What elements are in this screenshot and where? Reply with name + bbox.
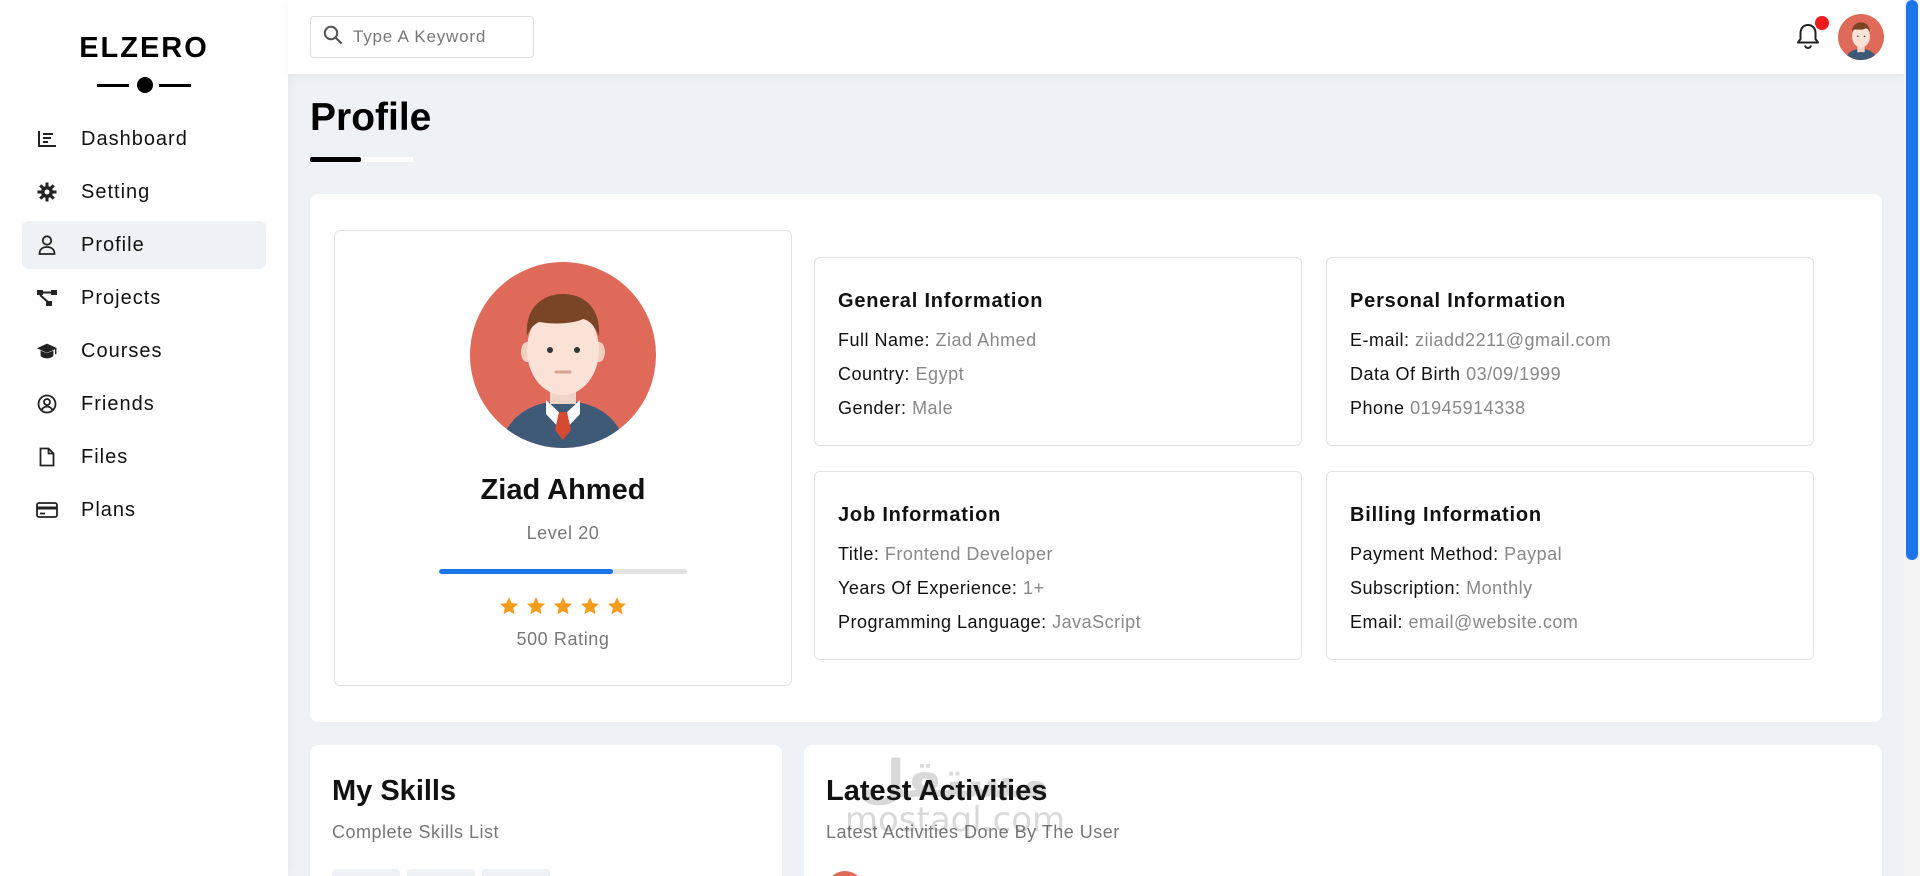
scrollbar-thumb[interactable] (1906, 0, 1918, 560)
info-row: Payment Method: Paypal (1350, 544, 1563, 564)
user-icon (36, 234, 58, 256)
avatar[interactable] (1838, 14, 1884, 60)
notification-bell[interactable] (1795, 16, 1829, 52)
level-progress-fill (439, 569, 613, 574)
title-underline (310, 157, 413, 162)
activities-subtitle: Latest Activities Done By The User (826, 822, 1120, 842)
sidebar: ELZERO Dashboard Setting Profile Project… (0, 0, 288, 876)
star-icon (581, 597, 599, 615)
search-input[interactable] (353, 27, 523, 47)
sidebar-item-plans[interactable]: Plans (22, 486, 266, 534)
info-row: Full Name: Ziad Ahmed (838, 330, 1037, 350)
page-title: Profile (310, 96, 432, 139)
skill-chip[interactable] (332, 869, 400, 876)
activity-thumbnail (826, 871, 864, 876)
user-circle-icon (36, 393, 58, 415)
activities-panel: Latest Activities Latest Activities Done… (804, 745, 1882, 876)
topbar (288, 0, 1904, 74)
personal-information-card: Personal Information E-mail: ziiadd2211@… (1326, 257, 1814, 446)
graduation-cap-icon (36, 340, 58, 362)
sidebar-item-label: Plans (81, 498, 137, 521)
profile-avatar (470, 262, 656, 448)
info-row: Subscription: Monthly (1350, 578, 1533, 598)
sidebar-item-label: Setting (81, 180, 151, 203)
star-icon (527, 597, 545, 615)
profile-card: Ziad Ahmed Level 20 500 Rating (334, 230, 792, 686)
sidebar-item-label: Profile (81, 233, 145, 256)
rating-stars (335, 596, 791, 616)
sidebar-item-friends[interactable]: Friends (22, 380, 266, 428)
info-row: Data Of Birth 03/09/1999 (1350, 364, 1562, 384)
skill-chip-list (332, 869, 782, 876)
page-scrollbar[interactable] (1904, 0, 1920, 876)
info-row: Phone 01945914338 (1350, 398, 1526, 418)
skill-chip[interactable] (407, 869, 475, 876)
chart-icon (36, 128, 58, 150)
search-icon (323, 25, 343, 50)
general-information-card: General Information Full Name: Ziad Ahme… (814, 257, 1302, 446)
star-icon (608, 597, 626, 615)
card-heading: Job Information (838, 504, 1002, 526)
info-row: Email: email@website.com (1350, 612, 1579, 632)
diagram-icon (36, 287, 58, 309)
info-row: Country: Egypt (838, 364, 965, 384)
info-row: E-mail: ziiadd2211@gmail.com (1350, 330, 1612, 350)
brand-logo[interactable]: ELZERO (0, 32, 288, 65)
sidebar-item-label: Files (81, 445, 129, 468)
sidebar-item-profile[interactable]: Profile (22, 221, 266, 269)
sidebar-item-label: Dashboard (81, 127, 188, 150)
logo-mark-icon (97, 77, 191, 93)
sidebar-item-setting[interactable]: Setting (22, 168, 266, 216)
sidebar-nav: Dashboard Setting Profile Projects Cours… (0, 115, 288, 534)
info-row: Gender: Male (838, 398, 954, 418)
sidebar-item-label: Projects (81, 286, 162, 309)
sidebar-item-dashboard[interactable]: Dashboard (22, 115, 266, 163)
card-heading: Personal Information (1350, 290, 1567, 312)
skill-chip[interactable] (482, 869, 550, 876)
card-heading: Billing Information (1350, 504, 1542, 526)
skills-title: My Skills (332, 775, 457, 807)
info-row: Programming Language: JavaScript (838, 612, 1142, 632)
sidebar-item-label: Courses (81, 339, 163, 362)
job-information-card: Job Information Title: Frontend Develope… (814, 471, 1302, 660)
notification-badge (1815, 16, 1829, 30)
sidebar-item-files[interactable]: Files (22, 433, 266, 481)
sidebar-item-courses[interactable]: Courses (22, 327, 266, 375)
billing-information-card: Billing Information Payment Method: Payp… (1326, 471, 1814, 660)
activities-title: Latest Activities (826, 775, 1048, 807)
search-box[interactable] (310, 16, 534, 58)
star-icon (500, 597, 518, 615)
info-row: Years Of Experience: 1+ (838, 578, 1045, 598)
level-progress-bar (439, 569, 687, 574)
profile-name: Ziad Ahmed (480, 474, 646, 506)
rating-count: 500 Rating (516, 629, 610, 649)
sidebar-item-projects[interactable]: Projects (22, 274, 266, 322)
sidebar-item-label: Friends (81, 392, 155, 415)
info-row: Title: Frontend Developer (838, 544, 1053, 564)
skills-panel: My Skills Complete Skills List (310, 745, 782, 876)
gear-icon (36, 181, 58, 203)
profile-level: Level 20 (526, 523, 600, 543)
skills-subtitle: Complete Skills List (332, 822, 500, 842)
card-heading: General Information (838, 290, 1044, 312)
credit-card-icon (36, 499, 58, 521)
star-icon (554, 597, 572, 615)
profile-panel: Ziad Ahmed Level 20 500 Rating General I… (310, 194, 1882, 722)
file-icon (36, 446, 58, 468)
